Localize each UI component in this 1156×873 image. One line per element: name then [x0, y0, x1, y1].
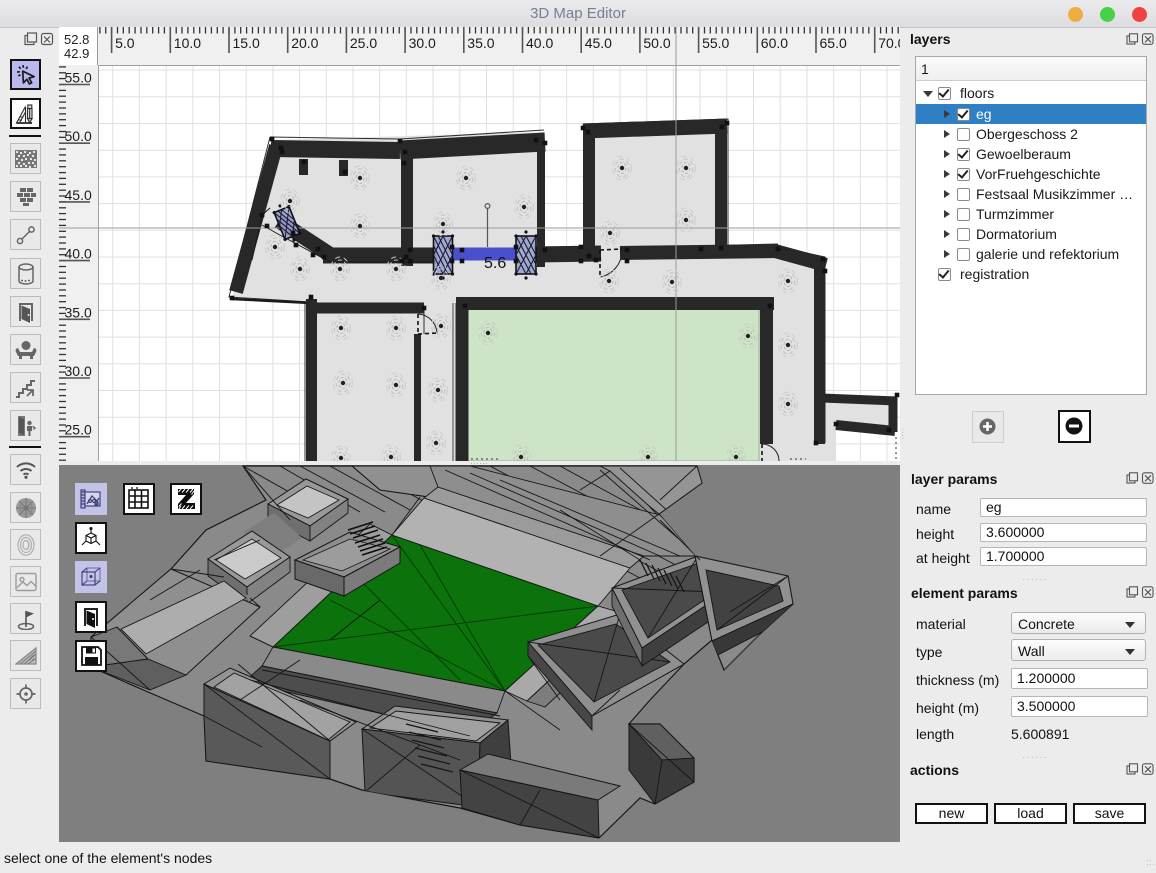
svg-text:60.0: 60.0	[761, 35, 788, 51]
svg-text:5.0: 5.0	[115, 35, 135, 51]
svg-text:35.0: 35.0	[467, 35, 494, 51]
svg-text:25.0: 25.0	[65, 422, 92, 438]
svg-text:5.6: 5.6	[484, 255, 506, 272]
svg-text:45.0: 45.0	[65, 187, 92, 203]
svg-text:15.0: 15.0	[233, 35, 260, 51]
svg-text:40.0: 40.0	[526, 35, 553, 51]
svg-text:50.0: 50.0	[643, 35, 670, 51]
svg-text:70.0: 70.0	[878, 35, 900, 51]
svg-text:65.0: 65.0	[820, 35, 847, 51]
svg-text:30.0: 30.0	[65, 363, 92, 379]
svg-text:10.0: 10.0	[174, 35, 201, 51]
svg-text:55.0: 55.0	[65, 70, 92, 86]
svg-text:30.0: 30.0	[409, 35, 436, 51]
svg-text:25.0: 25.0	[350, 35, 377, 51]
svg-text:40.0: 40.0	[65, 246, 92, 262]
svg-text:50.0: 50.0	[65, 128, 92, 144]
svg-text:55.0: 55.0	[702, 35, 729, 51]
svg-text:20.0: 20.0	[291, 35, 318, 51]
svg-text:45.0: 45.0	[585, 35, 612, 51]
svg-text:35.0: 35.0	[65, 304, 92, 320]
